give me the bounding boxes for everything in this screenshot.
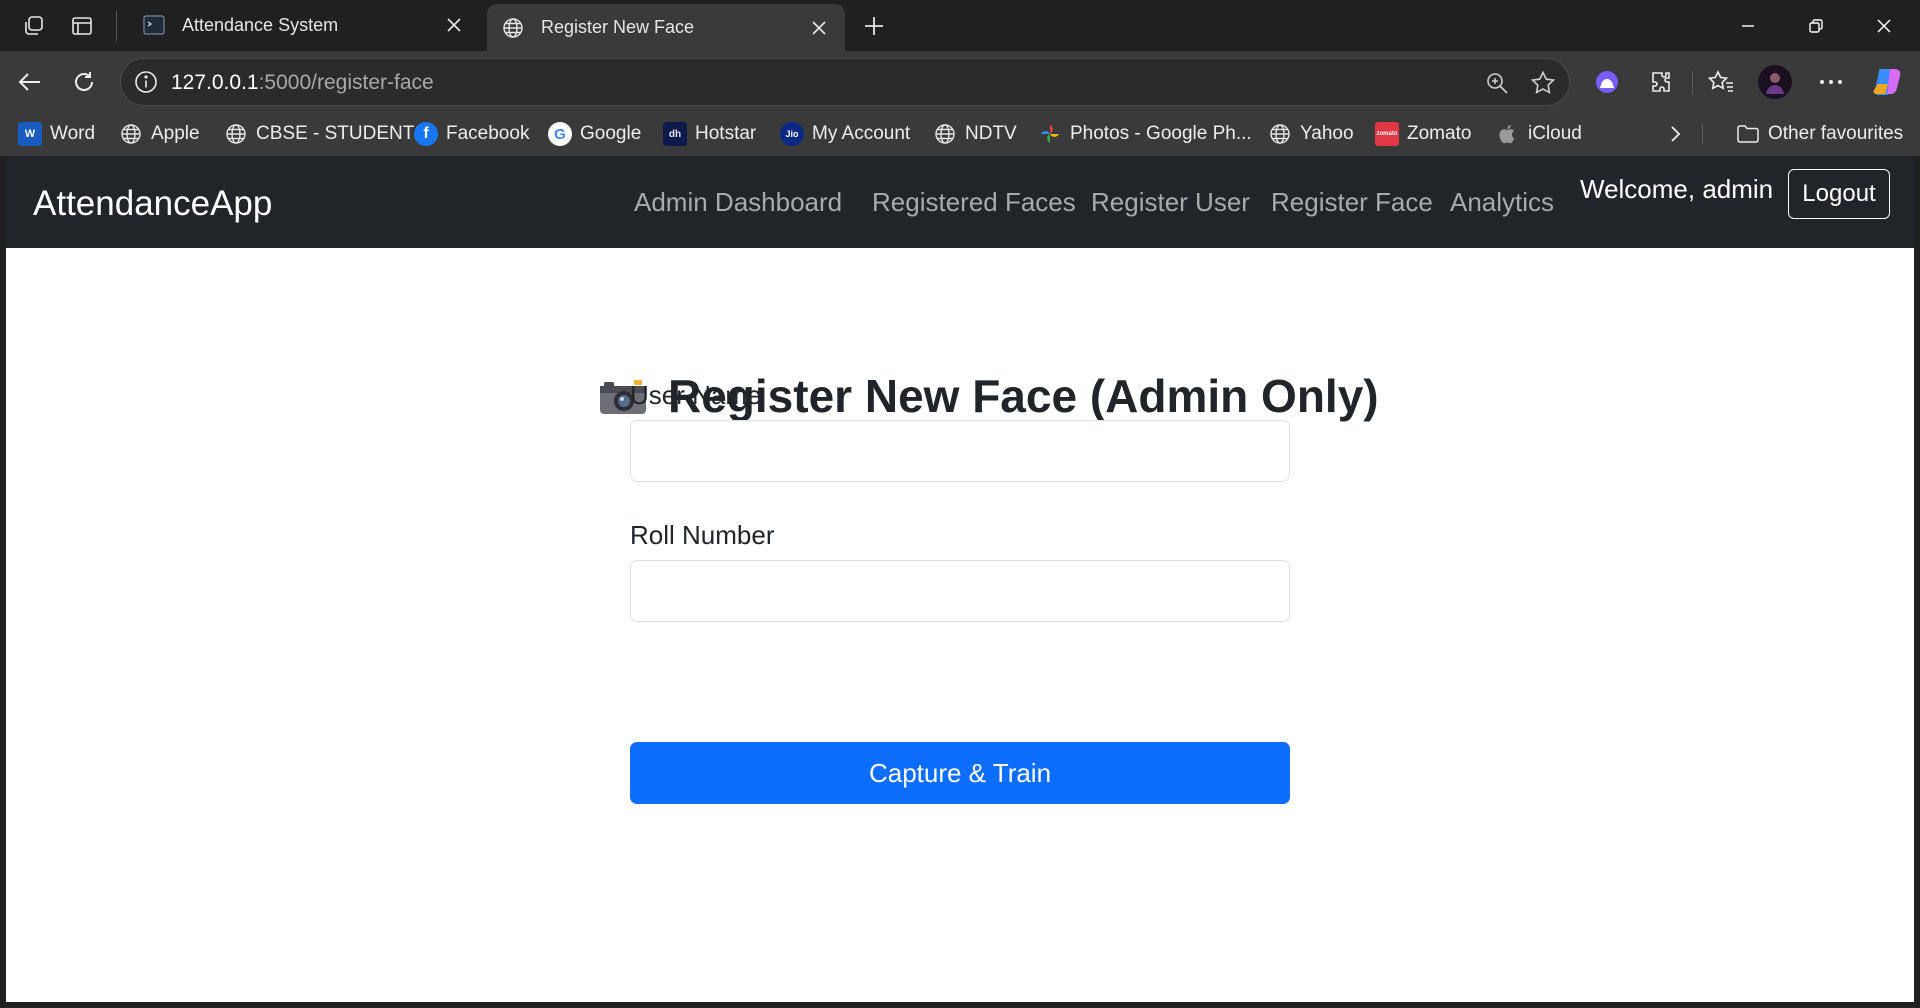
welcome-text: Welcome, admin — [1580, 174, 1774, 204]
nav-analytics[interactable]: Analytics — [1450, 187, 1554, 218]
extension-icon[interactable] — [1588, 63, 1626, 101]
roll-number-input[interactable] — [630, 560, 1290, 622]
fav-word[interactable]: W Word — [18, 120, 95, 148]
new-tab-button[interactable] — [856, 8, 892, 44]
fav-cbse-student[interactable]: CBSE - STUDENT — [224, 120, 414, 148]
app-navbar: AttendanceApp Admin Dashboard Registered… — [6, 156, 1914, 248]
fav-google-photos[interactable]: Photos - Google Ph... — [1038, 120, 1252, 148]
globe-icon — [119, 122, 143, 146]
page-viewport: AttendanceApp Admin Dashboard Registered… — [6, 156, 1914, 1002]
workspaces-icon[interactable] — [14, 6, 54, 46]
favbar-separator — [1702, 123, 1703, 145]
globe-icon — [224, 122, 248, 146]
logout-button[interactable]: Logout — [1788, 169, 1890, 219]
favorites-bar: W Word Apple CBSE - STUDENT f Facebook G… — [0, 112, 1920, 156]
page-title: Register New Face (Admin Only) — [668, 370, 1379, 422]
roll-number-label: Roll Number — [630, 520, 775, 550]
more-options-icon[interactable] — [1812, 63, 1850, 101]
facebook-icon: f — [414, 122, 438, 146]
fav-zomato[interactable]: zomato Zomato — [1375, 120, 1471, 148]
url-path: :5000/register-face — [258, 71, 434, 94]
browser-toolbar: 127.0.0.1:5000/register-face — [0, 51, 1920, 112]
tab-register-new-face[interactable]: Register New Face — [487, 4, 845, 51]
globe-icon — [933, 122, 957, 146]
user-name-input[interactable] — [630, 420, 1290, 482]
folder-icon — [1736, 122, 1760, 146]
profile-avatar[interactable] — [1756, 63, 1794, 101]
nav-admin-dashboard[interactable]: Admin Dashboard — [634, 187, 842, 218]
close-window-button[interactable] — [1850, 0, 1918, 51]
fav-facebook[interactable]: f Facebook — [414, 120, 529, 148]
word-icon: W — [18, 122, 42, 146]
tab-title: Attendance System — [182, 14, 339, 35]
zomato-icon: zomato — [1375, 122, 1399, 146]
fav-apple[interactable]: Apple — [119, 120, 200, 148]
terminal-icon — [142, 13, 166, 37]
google-photos-icon — [1038, 122, 1062, 146]
fav-icloud[interactable]: iCloud — [1496, 120, 1582, 148]
extensions-puzzle-icon[interactable] — [1642, 63, 1680, 101]
brand-link[interactable]: AttendanceApp — [33, 184, 272, 224]
tab-separator — [116, 10, 117, 41]
copilot-icon[interactable] — [1868, 63, 1906, 101]
apple-icon — [1496, 122, 1520, 146]
nav-register-user[interactable]: Register User — [1091, 187, 1250, 218]
tab-title: Register New Face — [541, 17, 695, 37]
fav-yahoo[interactable]: Yahoo — [1268, 120, 1354, 148]
globe-icon — [1268, 122, 1292, 146]
fav-hotstar[interactable]: dh Hotstar — [663, 120, 756, 148]
favorite-star-icon[interactable] — [1529, 69, 1557, 97]
google-icon: G — [548, 122, 572, 146]
jio-icon: Jio — [780, 122, 804, 146]
tab-actions-icon[interactable] — [62, 6, 102, 46]
zoom-icon[interactable] — [1483, 69, 1511, 97]
nav-registered-faces[interactable]: Registered Faces — [872, 187, 1076, 218]
favorites-overflow-chevron-icon[interactable] — [1668, 120, 1682, 148]
nav-register-face[interactable]: Register Face — [1271, 187, 1433, 218]
tab-attendance-system[interactable]: Attendance System — [128, 2, 480, 48]
url-host: 127.0.0.1 — [171, 71, 259, 94]
fav-google[interactable]: G Google — [548, 120, 641, 148]
fav-other-favourites[interactable]: Other favourites — [1736, 120, 1903, 148]
close-tab-icon[interactable] — [807, 16, 831, 40]
address-bar[interactable]: 127.0.0.1:5000/register-face — [120, 58, 1570, 106]
user-name-label-text: User Name — [630, 380, 762, 410]
fav-ndtv[interactable]: NDTV — [933, 120, 1017, 148]
reload-button[interactable] — [66, 64, 102, 100]
capture-train-button[interactable]: Capture & Train — [630, 742, 1290, 804]
close-tab-icon[interactable] — [442, 13, 466, 37]
favorites-icon[interactable] — [1702, 63, 1740, 101]
fav-my-account[interactable]: Jio My Account — [780, 120, 910, 148]
hotstar-icon: dh — [663, 122, 687, 146]
site-info-icon[interactable] — [133, 69, 159, 95]
toolbar-separator — [1692, 71, 1693, 95]
url-text: 127.0.0.1:5000/register-face — [171, 71, 434, 95]
back-button[interactable] — [12, 64, 48, 100]
minimize-button[interactable] — [1714, 0, 1782, 51]
globe-icon — [501, 16, 525, 40]
restore-button[interactable] — [1782, 0, 1850, 51]
